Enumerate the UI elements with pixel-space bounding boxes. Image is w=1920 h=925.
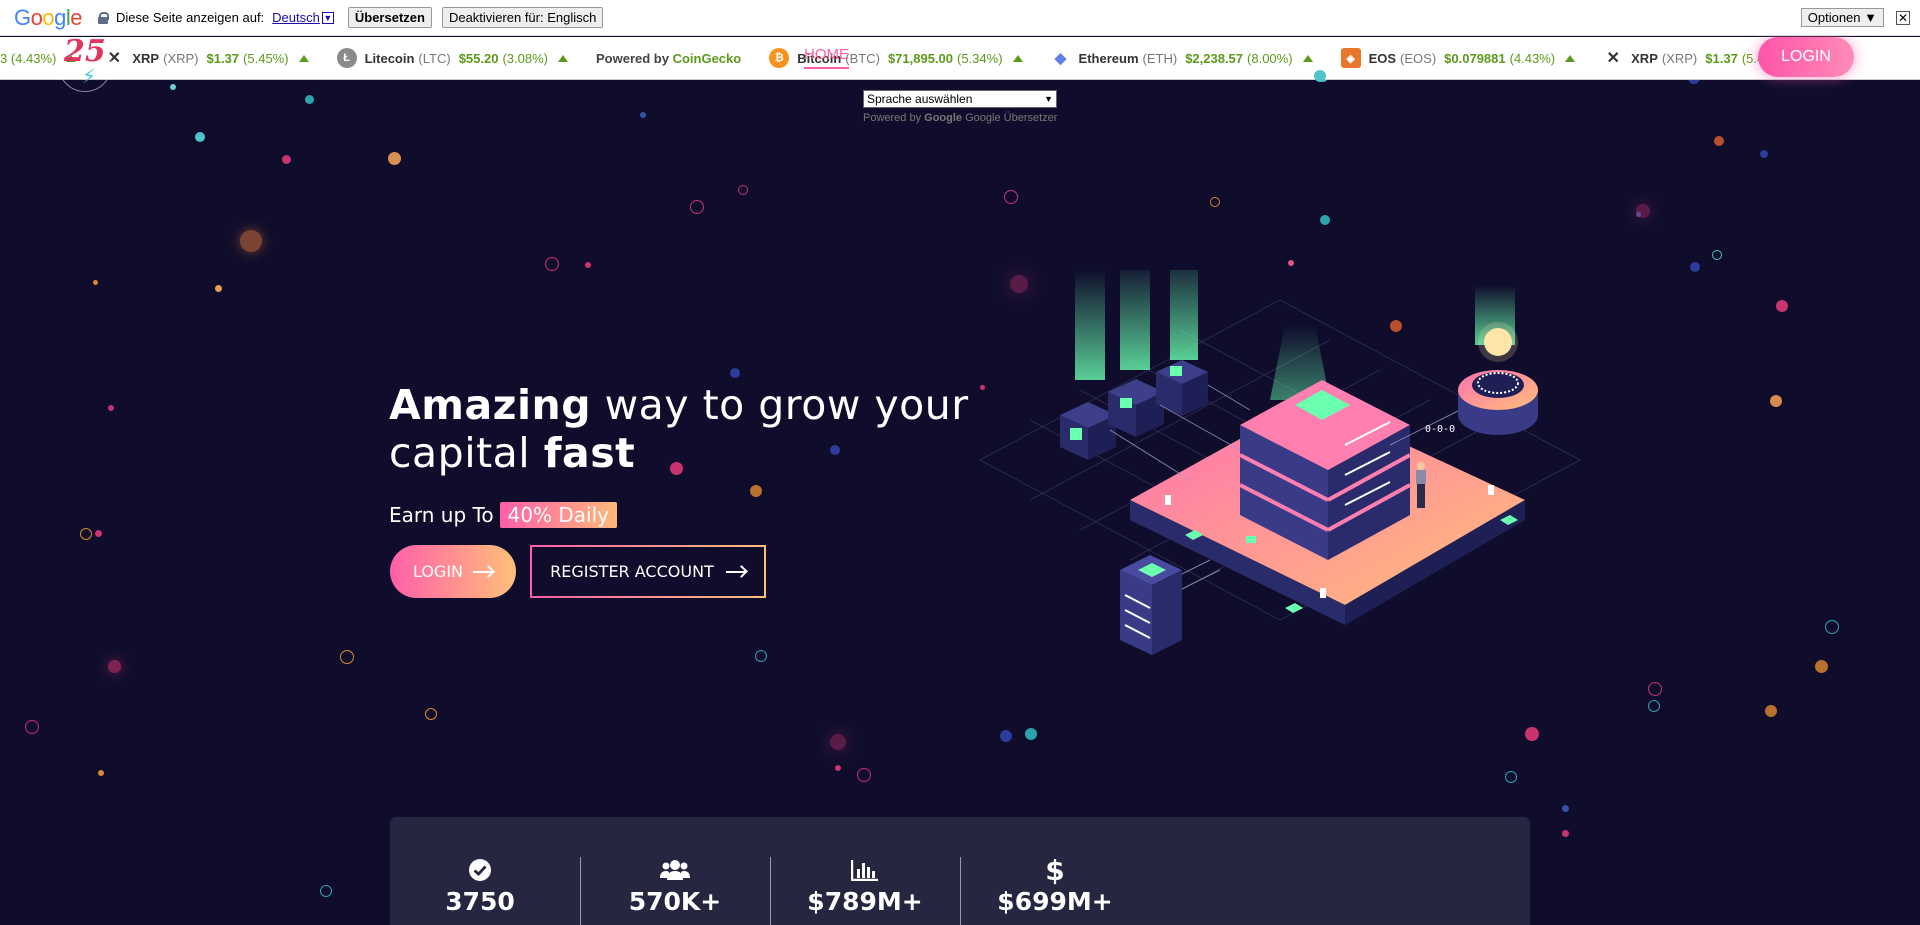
stat-value: $699M+ <box>997 887 1113 916</box>
daily-rate-badge: 40% Daily <box>499 502 618 528</box>
bar-chart-icon <box>775 855 955 885</box>
translate-button[interactable]: Übersetzen <box>347 7 432 28</box>
hero-login-label: LOGIN <box>412 562 464 581</box>
stat-value: $789M+ <box>807 887 923 916</box>
ticker-item: ◆ Ethereum (ETH) $2,238.57 (8.00%) <box>1050 48 1313 68</box>
google-mini-logo: Google <box>924 112 963 124</box>
ticker-pct: (8.00%) <box>1247 50 1293 66</box>
up-arrow-icon <box>1012 54 1023 62</box>
ticker-pct: (4.43%) <box>1509 50 1556 66</box>
powered-by-label: Powered by <box>595 50 669 66</box>
lightning-icon: ⚡ <box>82 64 97 88</box>
ticker-price: $1.37 <box>1705 50 1738 66</box>
bitcoin-icon: ₿ <box>769 48 790 68</box>
ticker-name: Litecoin <box>364 50 415 66</box>
ticker-symbol: (LTC) <box>418 50 451 66</box>
crypto-price-ticker: 3 (4.43%) ✕ XRP (XRP) $1.37 (5.45%) Ł Li… <box>0 37 1920 80</box>
ticker-name: XRP <box>1631 50 1658 66</box>
translate-prompt: Diese Seite anzeigen auf: <box>116 10 265 25</box>
ticker-symbol: (EOS) <box>1400 50 1437 66</box>
close-icon[interactable]: ✕ <box>1896 11 1910 25</box>
up-arrow-icon <box>298 54 309 62</box>
ticker-price: $2,238.57 <box>1185 50 1244 66</box>
language-dropdown-icon[interactable]: ▼ <box>321 11 334 24</box>
translate-powered-by: Powered by Google Google Übersetzer <box>863 112 1057 124</box>
ethereum-icon: ◆ <box>1050 48 1071 68</box>
hero-title: Amazing way to grow your capital fast <box>389 381 989 477</box>
language-select-label: Sprache auswählen <box>867 92 973 106</box>
stat-value: 3750 <box>445 887 515 916</box>
check-circle-icon <box>390 855 570 885</box>
google-translate-widget: Sprache auswählen ▼ Powered by Google Go… <box>863 90 1057 124</box>
language-select-link[interactable]: Deutsch <box>272 10 320 25</box>
hero-title-bold: Amazing <box>389 381 592 429</box>
header-login-button[interactable]: LOGIN <box>1758 37 1854 77</box>
stat-divider <box>580 857 581 925</box>
ticker-pct: 3 (4.43%) <box>0 50 57 66</box>
ticker-item: ✕ XRP (XRP) $1.37 (5.45%) <box>104 48 309 68</box>
ticker-name: Ethereum <box>1078 50 1139 66</box>
ticker-pct: (5.34%) <box>957 50 1003 66</box>
ticker-pct: (5.45%) <box>243 50 289 66</box>
data-center-illustration: 0-0-0 <box>979 270 1581 655</box>
stat-item: $789M+ <box>775 855 955 916</box>
google-translate-bar: Google Diese Seite anzeigen auf: Deutsch… <box>0 0 1920 36</box>
decorative-dot <box>1314 70 1326 82</box>
stat-value: 570K+ <box>628 887 722 916</box>
ticker-name: EOS <box>1368 50 1397 66</box>
hero-title-part: way to grow your <box>591 381 969 429</box>
hero-subtitle: Earn up To 40% Daily <box>389 502 618 528</box>
stat-divider <box>770 857 771 925</box>
language-select[interactable]: Sprache auswählen ▼ <box>863 90 1057 108</box>
eos-icon: ◈ <box>1340 48 1361 68</box>
disable-translate-button[interactable]: Deaktivieren für: Englisch <box>441 7 604 28</box>
up-arrow-icon <box>1565 54 1576 62</box>
google-translator-link[interactable]: Google Übersetzer <box>965 112 1057 124</box>
ticker-symbol: (XRP) <box>163 50 199 66</box>
svg-text:0-0-0: 0-0-0 <box>1425 424 1455 435</box>
nav-home-link[interactable]: HOME <box>804 46 849 69</box>
ticker-item: ◈ EOS (EOS) $0.079881 (4.43%) <box>1340 48 1576 68</box>
register-account-button[interactable]: REGISTER ACCOUNT <box>530 545 766 598</box>
powered-by-label: Powered by <box>863 112 922 124</box>
register-account-label: REGISTER ACCOUNT <box>550 562 714 581</box>
xrp-icon: ✕ <box>1603 48 1624 68</box>
ticker-price: $1.37 <box>206 50 240 66</box>
up-arrow-icon <box>557 54 568 62</box>
arrow-right-icon <box>725 570 746 573</box>
ticker-price: $71,895.00 <box>887 50 954 66</box>
hero-subtitle-text: Earn up To <box>389 503 494 527</box>
hero-title-part: capital <box>389 429 544 477</box>
stat-item: $ $699M+ <box>965 853 1145 917</box>
arrow-right-icon <box>473 570 494 573</box>
ticker-price: $0.079881 <box>1444 50 1506 66</box>
lock-icon <box>98 11 110 24</box>
hero-title-bold: fast <box>543 429 636 477</box>
ticker-item: Ł Litecoin (LTC) $55.20 (3.08%) <box>336 48 568 68</box>
powered-by-coingecko[interactable]: Powered by CoinGecko <box>596 51 741 66</box>
google-logo: Google <box>14 4 83 30</box>
stats-panel: 3750 570K+ $789M+ $ $699M+ <box>390 817 1530 925</box>
chevron-down-icon: ▼ <box>1044 94 1053 104</box>
hero-login-button[interactable]: LOGIN <box>390 545 516 598</box>
options-button[interactable]: Optionen ▼ <box>1800 8 1884 27</box>
stat-item: 3750 <box>390 855 570 916</box>
litecoin-icon: Ł <box>336 48 357 68</box>
dollar-icon: $ <box>1045 853 1065 887</box>
ticker-symbol: (XRP) <box>1661 50 1698 66</box>
ticker-symbol: (ETH) <box>1142 50 1178 66</box>
ticker-symbol: (BTC) <box>845 50 880 66</box>
ticker-pct: (3.08%) <box>502 50 548 66</box>
up-arrow-icon <box>1302 54 1313 62</box>
coingecko-link[interactable]: CoinGecko <box>673 51 742 66</box>
ticker-price: $55.20 <box>458 50 499 66</box>
stat-item: 570K+ <box>585 855 765 916</box>
stat-divider <box>960 857 961 925</box>
ticker-name: XRP <box>132 50 160 66</box>
users-icon <box>585 855 765 885</box>
